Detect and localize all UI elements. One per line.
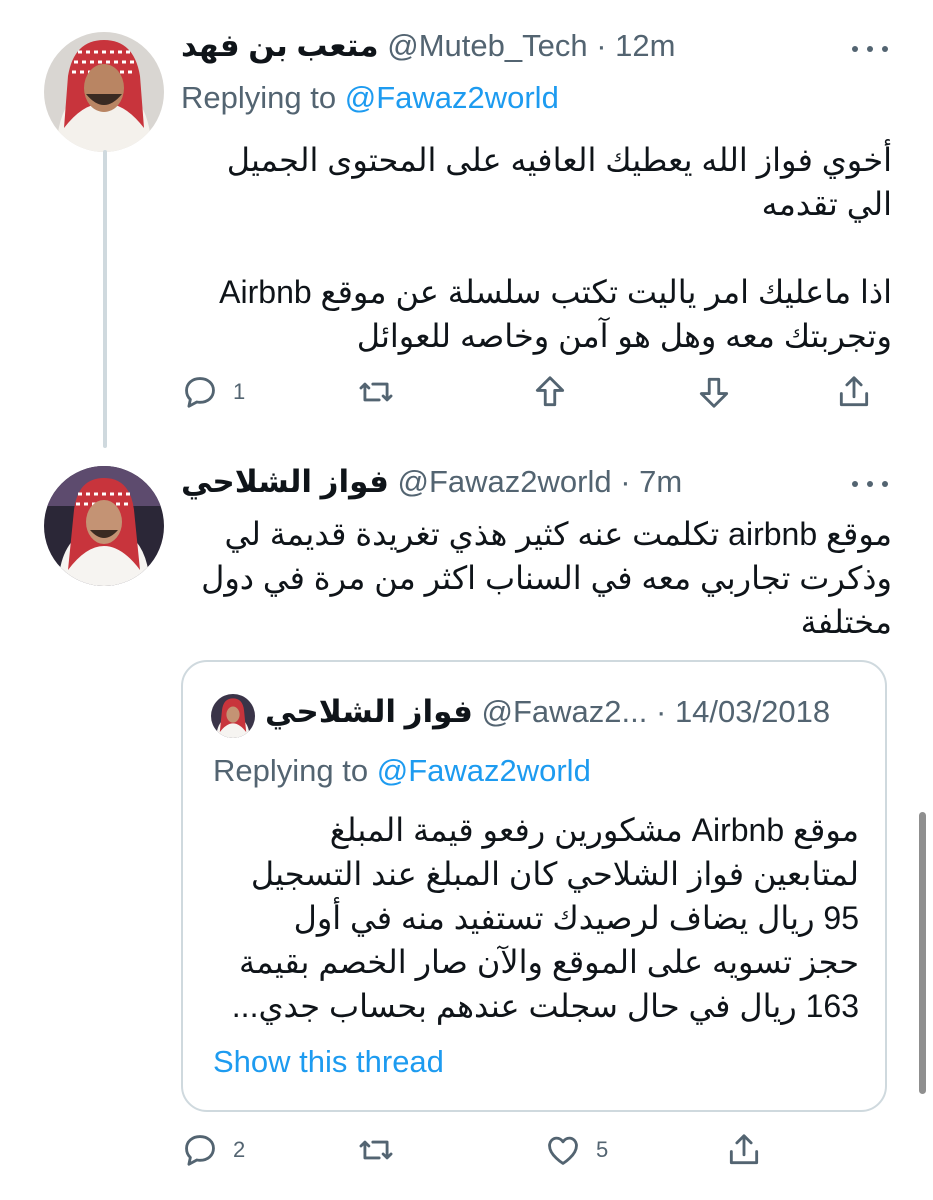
separator-dot: · — [655, 694, 667, 729]
separator-dot: · — [620, 464, 631, 499]
quote-header: فواز الشلاحي @Fawaz2... · 14/03/2018 — [265, 692, 830, 732]
like-icon — [548, 1136, 578, 1165]
quote-text-line: موقع Airbnb مشكورين رفعو قيمة المبلغ — [329, 812, 859, 848]
reply-button[interactable]: 2 — [181, 1130, 245, 1170]
tweet-time[interactable]: 7m — [639, 464, 682, 499]
tweet-text-line: وذكرت تجاربي معه في السناب اكثر من مرة ف… — [201, 560, 892, 596]
quote-date: 14/03/2018 — [674, 694, 831, 729]
author-handle[interactable]: @Muteb_Tech — [387, 28, 587, 63]
tweet-time[interactable]: 12m — [615, 28, 675, 63]
quote-text: موقع Airbnb مشكورين رفعو قيمة المبلغ لمت… — [203, 808, 859, 1028]
separator-dot: · — [596, 28, 607, 63]
like-button[interactable]: 5 — [544, 1130, 608, 1170]
quote-text-line: حجز تسويه على الموقع والآن صار الخصم بقي… — [239, 944, 859, 980]
thread-connector-line — [103, 150, 107, 448]
tweet-text-line: وتجربتك معه وهل هو آمن وخاصه للعوائل — [356, 318, 892, 354]
avatar-muteb[interactable] — [44, 32, 164, 152]
retweet-button[interactable] — [357, 372, 395, 412]
tweet-text-line: أخوي فواز الله يعطيك العافيه على المحتوى… — [226, 142, 892, 178]
tweet-text-line: موقع airbnb تكلمت عنه كثير هذي تغريدة قد… — [224, 516, 892, 552]
quoted-tweet-card[interactable]: فواز الشلاحي @Fawaz2... · 14/03/2018 Rep… — [181, 660, 887, 1112]
tweet-text-line: مختلفة — [800, 604, 892, 640]
vertical-scrollbar[interactable] — [919, 812, 926, 1094]
share-icon — [729, 1134, 759, 1165]
upvote-icon — [535, 376, 565, 407]
avatar-image — [44, 32, 164, 152]
tweet-text-line: الي تقدمه — [761, 186, 892, 222]
quote-avatar — [211, 694, 255, 738]
downvote-icon — [699, 377, 729, 408]
avatar-image — [211, 694, 255, 738]
replying-prefix: Replying to — [181, 80, 337, 115]
share-button[interactable] — [725, 1130, 763, 1170]
quote-replying-to: Replying to @Fawaz2world — [213, 751, 591, 791]
tweet2-header: فواز الشلاحي @Fawaz2world · 7m — [181, 462, 682, 502]
tweet1-text: أخوي فواز الله يعطيك العافيه على المحتوى… — [181, 138, 892, 358]
reply-button[interactable]: 1 — [181, 372, 245, 412]
show-thread-link[interactable]: Show this thread — [213, 1042, 444, 1082]
avatar-fawaz[interactable] — [44, 466, 164, 586]
tweet2-actions: 2 5 — [181, 1130, 892, 1170]
replying-to-link[interactable]: @Fawaz2world — [377, 753, 591, 788]
reply-icon — [185, 377, 215, 408]
retweet-button[interactable] — [357, 1130, 395, 1170]
avatar-image — [44, 466, 164, 586]
reply-count: 1 — [233, 379, 246, 404]
author-name[interactable]: متعب بن فهد — [181, 28, 379, 63]
replying-to: Replying to @Fawaz2world — [181, 78, 559, 118]
upvote-button[interactable] — [531, 372, 569, 412]
tweet2-text: موقع airbnb تكلمت عنه كثير هذي تغريدة قد… — [150, 512, 892, 644]
retweet-icon — [359, 1140, 393, 1160]
tweet1-actions: 1 — [181, 372, 892, 412]
quote-text-line: 95 ريال يضاف لرصيدك تستفيد منه في أول — [293, 900, 859, 936]
reply-icon — [185, 1135, 215, 1166]
downvote-button[interactable] — [695, 372, 733, 412]
author-handle[interactable]: @Fawaz2world — [398, 464, 612, 499]
author-name: فواز الشلاحي — [265, 694, 473, 729]
author-name[interactable]: فواز الشلاحي — [181, 464, 389, 499]
tweet-text-line — [181, 226, 892, 270]
like-count: 5 — [596, 1137, 609, 1162]
tweet1-header: متعب بن فهد @Muteb_Tech · 12m — [181, 26, 675, 66]
retweet-icon — [359, 382, 393, 402]
replying-to-link[interactable]: @Fawaz2world — [345, 80, 559, 115]
tweet-text-line: اذا ماعليك امر ياليت تكتب سلسلة عن موقع … — [219, 274, 892, 310]
replying-prefix: Replying to — [213, 753, 369, 788]
more-icon[interactable] — [852, 478, 888, 490]
quote-text-line: 163 ريال في حال سجلت عندهم بحساب جدي... — [231, 988, 859, 1024]
share-icon — [839, 376, 869, 407]
reply-count: 2 — [233, 1137, 246, 1162]
author-handle: @Fawaz2... — [481, 694, 648, 729]
share-button[interactable] — [835, 372, 873, 412]
quote-text-line: لمتابعين فواز الشلاحي كان المبلغ عند الت… — [250, 856, 859, 892]
more-icon[interactable] — [852, 43, 888, 55]
